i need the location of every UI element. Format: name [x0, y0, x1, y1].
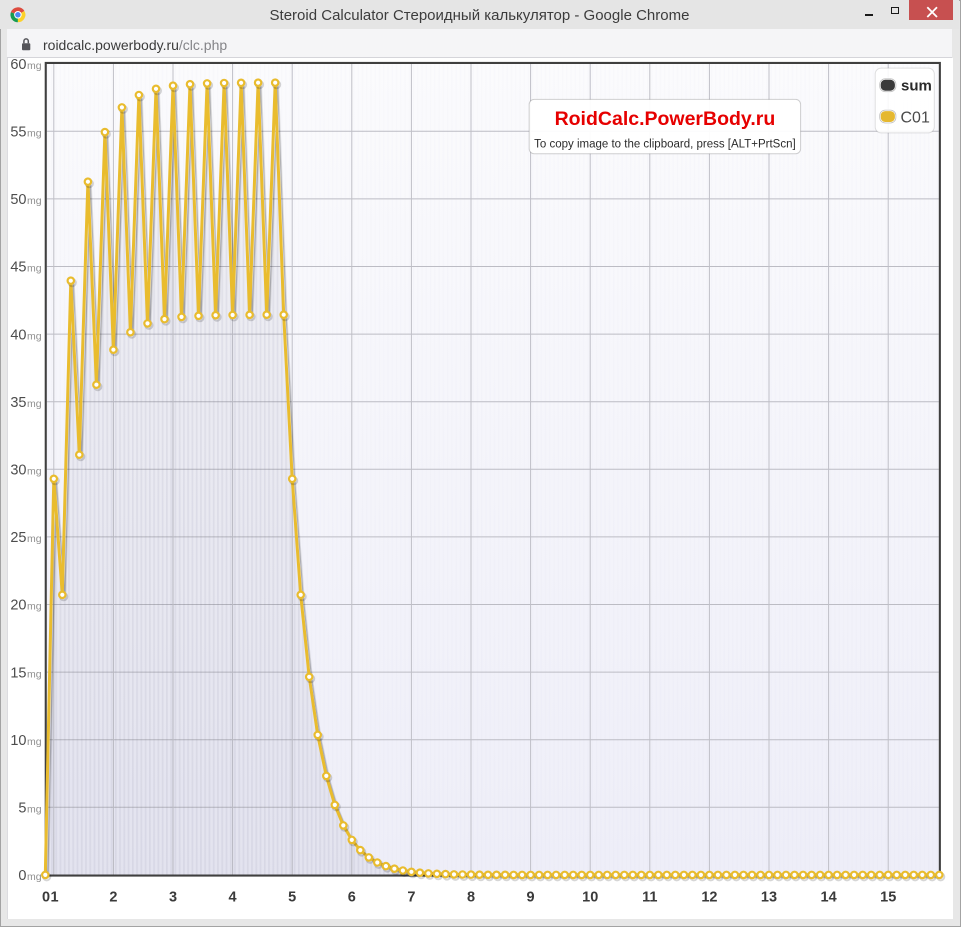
svg-text:Steroid Calculator Стероидный: Steroid Calculator Стероидный калькулято… — [270, 7, 690, 24]
svg-text:roidcalc.powerbody.ru/clc.php: roidcalc.powerbody.ru/clc.php — [43, 37, 227, 53]
